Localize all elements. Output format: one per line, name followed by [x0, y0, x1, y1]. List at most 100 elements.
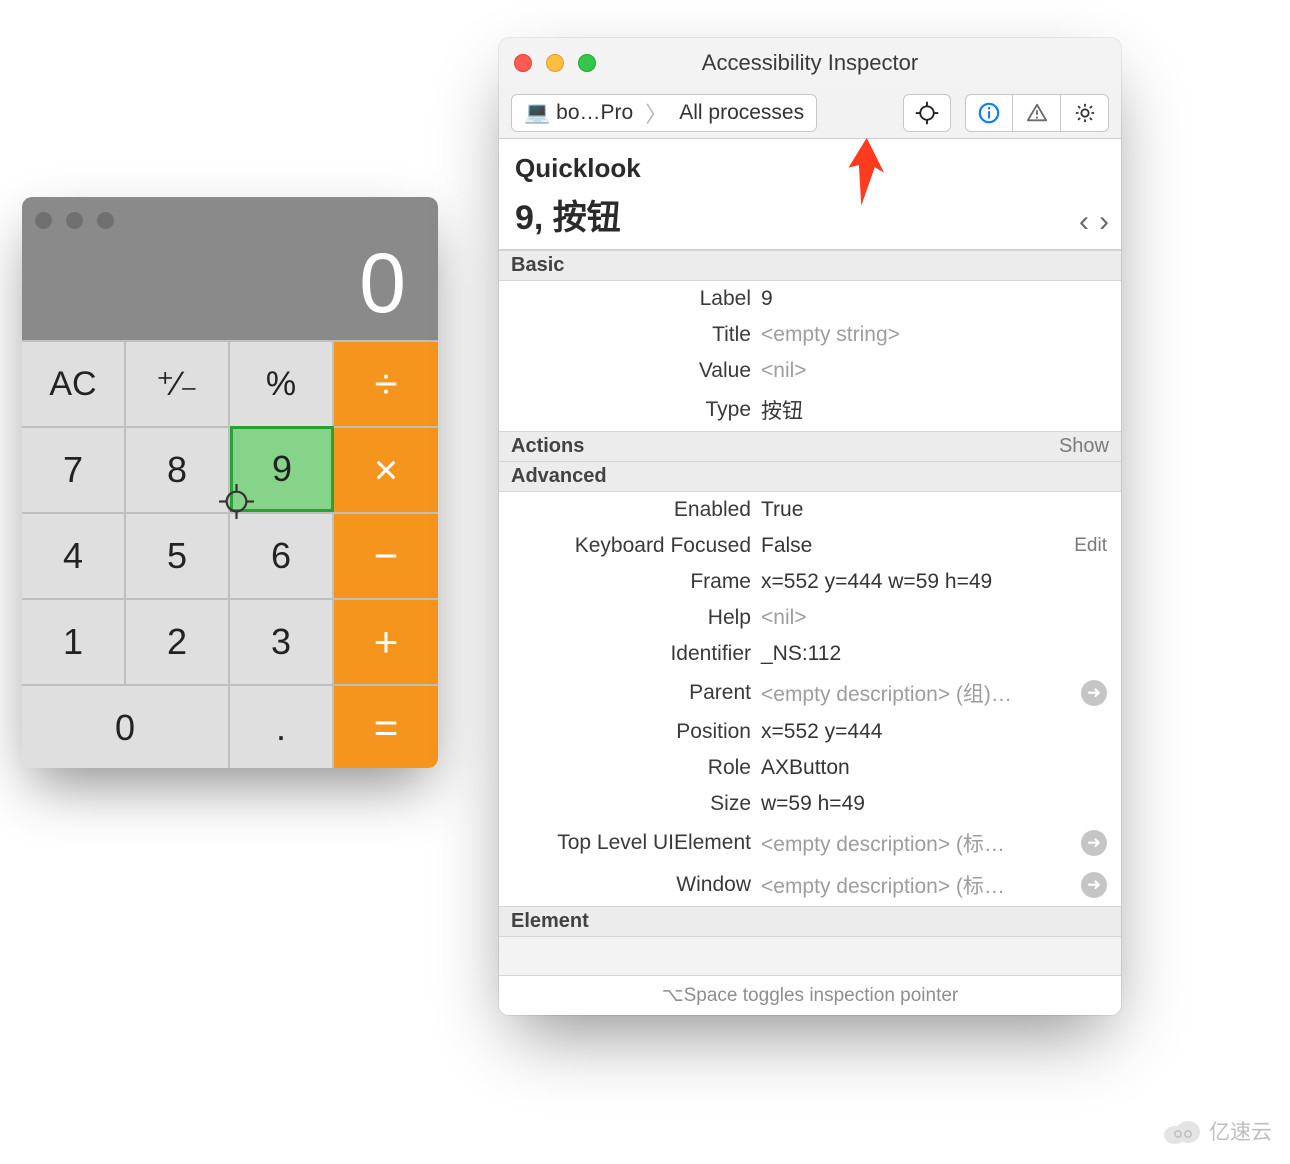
adv-window-value: <empty description> (标… [761, 870, 1075, 900]
calc-ac-button[interactable]: AC [22, 340, 126, 426]
inspector-toolbar: 💻 bo…Pro 〉 All processes [499, 88, 1121, 139]
basic-title-value: <empty string> [761, 323, 1107, 347]
calc-min-dot[interactable] [66, 212, 83, 229]
adv-role-row: Role AXButton [499, 750, 1121, 786]
adv-role-key: Role [513, 756, 761, 780]
basic-label-value: 9 [761, 287, 1107, 311]
quicklook-element-label: 9, 按钮 [515, 190, 1105, 239]
adv-frame-value: x=552 y=444 w=59 h=49 [761, 570, 1107, 594]
adv-size-row: Size w=59 h=49 [499, 786, 1121, 822]
basic-title-key: Title [513, 323, 761, 347]
basic-type-key: Type [513, 398, 761, 422]
calculator-display-area: 0 [22, 197, 438, 340]
calc-equals-button[interactable]: = [334, 684, 438, 768]
element-section-header: Element [499, 906, 1121, 937]
calc-close-dot[interactable] [35, 212, 52, 229]
calc-2-button[interactable]: 2 [126, 598, 230, 684]
element-section-title: Element [511, 910, 589, 933]
watermark-text: 亿速云 [1209, 1116, 1272, 1146]
adv-role-value: AXButton [761, 756, 1107, 780]
laptop-icon: 💻 [524, 101, 550, 125]
advanced-section: Enabled True Keyboard Focused False Edit… [499, 492, 1121, 906]
calc-5-button[interactable]: 5 [126, 512, 230, 598]
warning-icon [1026, 102, 1048, 124]
calc-divide-button[interactable]: ÷ [334, 340, 438, 426]
adv-help-value: <nil> [761, 606, 1107, 630]
adv-toplevel-key: Top Level UIElement [513, 831, 761, 855]
inspector-zoom-button[interactable] [578, 54, 596, 72]
basic-value-key: Value [513, 359, 761, 383]
calc-sign-button[interactable]: ⁺∕₋ [126, 340, 230, 426]
adv-window-row: Window <empty description> (标… ➜ [499, 864, 1121, 906]
calc-6-button[interactable]: 6 [230, 512, 334, 598]
watermark: 亿速云 [1161, 1116, 1272, 1146]
adv-size-key: Size [513, 792, 761, 816]
inspector-window: Accessibility Inspector 💻 bo…Pro 〉 All p… [499, 38, 1121, 1015]
settings-tab-button[interactable] [1061, 94, 1109, 132]
inspector-title: Accessibility Inspector [702, 50, 918, 76]
adv-toplevel-drill-button[interactable]: ➜ [1081, 830, 1107, 856]
target-selector[interactable]: 💻 bo…Pro 〉 All processes [511, 94, 817, 132]
calc-3-button[interactable]: 3 [230, 598, 334, 684]
adv-focused-row: Keyboard Focused False Edit [499, 528, 1121, 564]
calc-zoom-dot[interactable] [97, 212, 114, 229]
actions-show-button[interactable]: Show [1059, 435, 1109, 458]
basic-label-row: Label 9 [499, 281, 1121, 317]
basic-section-title: Basic [511, 254, 564, 277]
basic-section-header: Basic [499, 250, 1121, 281]
adv-identifier-key: Identifier [513, 642, 761, 666]
calc-subtract-button[interactable]: − [334, 512, 438, 598]
actions-section-title: Actions [511, 435, 584, 458]
cloud-icon [1161, 1117, 1201, 1145]
scope-segment[interactable]: All processes [667, 101, 816, 125]
info-tab-button[interactable] [965, 94, 1013, 132]
basic-label-key: Label [513, 287, 761, 311]
adv-parent-drill-button[interactable]: ➜ [1081, 680, 1107, 706]
calc-traffic-lights [35, 212, 114, 229]
inspector-close-button[interactable] [514, 54, 532, 72]
adv-toplevel-value: <empty description> (标… [761, 828, 1075, 858]
calc-8-button[interactable]: 8 [126, 426, 230, 512]
prev-element-button[interactable]: ‹ [1079, 205, 1089, 239]
adv-focused-edit-button[interactable]: Edit [1064, 535, 1107, 557]
inspector-traffic-lights [514, 54, 596, 72]
calculator-display: 0 [359, 235, 406, 332]
basic-title-row: Title <empty string> [499, 317, 1121, 353]
adv-help-key: Help [513, 606, 761, 630]
crosshair-icon [915, 101, 939, 125]
calc-decimal-button[interactable]: . [230, 684, 334, 768]
adv-window-drill-button[interactable]: ➜ [1081, 872, 1107, 898]
calc-percent-button[interactable]: % [230, 340, 334, 426]
inspection-pointer-button[interactable] [903, 94, 951, 132]
adv-position-value: x=552 y=444 [761, 720, 1107, 744]
adv-focused-value: False [761, 534, 1064, 558]
calc-add-button[interactable]: + [334, 598, 438, 684]
calc-0-button[interactable]: 0 [22, 684, 230, 768]
chevron-right-icon: 〉 [645, 97, 667, 129]
gear-icon [1074, 102, 1096, 124]
calc-9-button[interactable]: 9 [230, 426, 334, 512]
calc-4-button[interactable]: 4 [22, 512, 126, 598]
calc-7-button[interactable]: 7 [22, 426, 126, 512]
inspector-minimize-button[interactable] [546, 54, 564, 72]
device-name: bo…Pro [556, 101, 633, 125]
inspector-titlebar: Accessibility Inspector [499, 38, 1121, 88]
adv-enabled-key: Enabled [513, 498, 761, 522]
adv-parent-key: Parent [513, 681, 761, 705]
inspector-footer-hint: ⌥Space toggles inspection pointer [499, 975, 1121, 1015]
info-icon [978, 102, 1000, 124]
adv-toplevel-row: Top Level UIElement <empty description> … [499, 822, 1121, 864]
quicklook-title: Quicklook [515, 153, 1105, 184]
adv-window-key: Window [513, 873, 761, 897]
calc-1-button[interactable]: 1 [22, 598, 126, 684]
next-element-button[interactable]: › [1099, 205, 1109, 239]
advanced-section-title: Advanced [511, 465, 607, 488]
advanced-section-header: Advanced [499, 462, 1121, 492]
basic-section: Label 9 Title <empty string> Value <nil>… [499, 281, 1121, 431]
calculator-window: 0 AC ⁺∕₋ % ÷ 7 8 9 × 4 5 6 − 1 2 3 + 0 .… [22, 197, 438, 768]
calc-multiply-button[interactable]: × [334, 426, 438, 512]
device-segment[interactable]: 💻 bo…Pro [512, 101, 645, 125]
basic-value-value: <nil> [761, 359, 1107, 383]
adv-parent-row: Parent <empty description> (组)… ➜ [499, 672, 1121, 714]
audit-tab-button[interactable] [1013, 94, 1061, 132]
